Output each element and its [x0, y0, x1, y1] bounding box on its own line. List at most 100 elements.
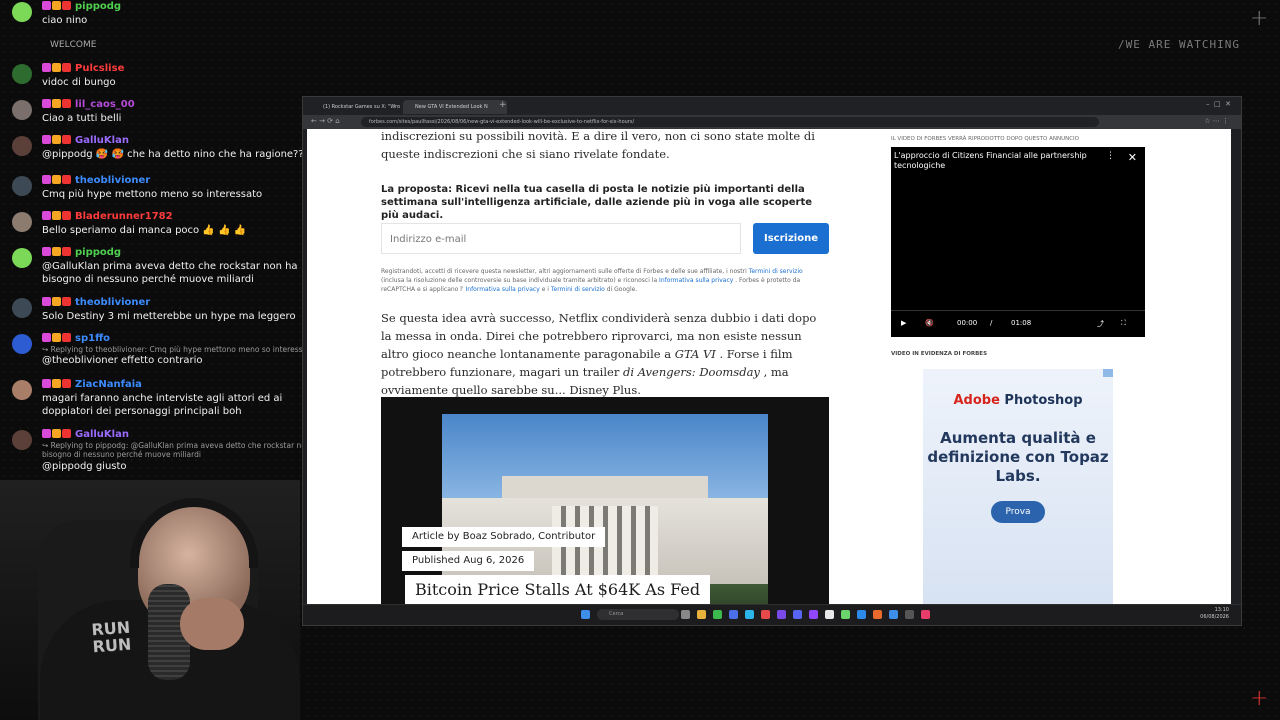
- badge-icon: [52, 379, 61, 388]
- app-icon[interactable]: [889, 610, 898, 619]
- chat-text: @GalluKlan prima aveva detto che rocksta…: [42, 261, 298, 272]
- windows-start-icon[interactable]: [581, 610, 590, 619]
- badge-icon: [52, 211, 61, 220]
- overlay-tagline: /WE ARE WATCHING: [1118, 38, 1240, 51]
- chat-text: doppiatori dei personaggi principali boh: [42, 406, 242, 417]
- nav-buttons-icon[interactable]: ← → ⟳ ⌂: [311, 117, 340, 125]
- browser-tabbar: (1) Rockstar Games su X: "Wro New GTA VI…: [303, 97, 1241, 115]
- article-paragraph: indiscrezioni su possibili novità. E a d…: [381, 129, 815, 161]
- taskview-icon[interactable]: [681, 610, 690, 619]
- app-icon[interactable]: [857, 610, 866, 619]
- email-input[interactable]: Indirizzo e-mail: [381, 223, 741, 254]
- browser-tab-active[interactable]: New GTA VI Extended Look N: [403, 100, 507, 114]
- avatar[interactable]: [12, 2, 32, 22]
- welcome-text: WELCOME: [50, 40, 97, 50]
- avatar[interactable]: [12, 100, 32, 120]
- avatar[interactable]: [12, 176, 32, 196]
- app-icon[interactable]: [873, 610, 882, 619]
- privacy-link[interactable]: Informativa sulla privacy: [659, 277, 733, 284]
- avatar[interactable]: [12, 334, 32, 354]
- twitch-icon[interactable]: [809, 610, 818, 619]
- chat-username[interactable]: lil_caos_00: [75, 99, 135, 110]
- chat-username[interactable]: Bladerunner1782: [75, 211, 173, 222]
- browser-tab[interactable]: (1) Rockstar Games su X: "Wro: [311, 100, 409, 114]
- chat-username[interactable]: ZiacNanfaia: [75, 379, 142, 390]
- terms-link[interactable]: Termini di servizio: [749, 268, 803, 275]
- ad-copy: Aumenta qualità e definizione con Topaz …: [927, 429, 1109, 485]
- close-icon[interactable]: ✕: [1128, 151, 1137, 164]
- chat-username[interactable]: Pulcslise: [75, 63, 124, 74]
- headset-icon: [130, 498, 258, 568]
- google-privacy-link[interactable]: Informativa sulla privacy: [466, 286, 540, 293]
- avatar[interactable]: [12, 64, 32, 84]
- chat-username[interactable]: theoblivioner: [75, 297, 150, 308]
- chat-text: vidoc di bungo: [42, 77, 116, 88]
- time-current: 00:00: [957, 319, 978, 327]
- app-icon[interactable]: [905, 610, 914, 619]
- reply-context: bisogno di nessuno perché muove miliardi: [42, 450, 201, 459]
- google-terms-link[interactable]: Termini di servizio: [551, 286, 605, 293]
- app-icon[interactable]: [825, 610, 834, 619]
- badge-icon: [62, 211, 71, 220]
- more-icon[interactable]: ⋮: [1106, 151, 1115, 161]
- chat-text: ciao nino: [42, 15, 88, 26]
- chat-username[interactable]: GalluKlan: [75, 135, 129, 146]
- related-headline[interactable]: Bitcoin Price Stalls At $64K As Fed: [402, 575, 711, 605]
- video-player[interactable]: L'approccio di Citizens Financial alle p…: [891, 147, 1145, 337]
- taskbar-clock[interactable]: 13:10 06/08/2026: [1200, 607, 1229, 621]
- new-tab-icon[interactable]: +: [499, 100, 507, 110]
- play-icon[interactable]: ▶: [901, 319, 906, 327]
- shirt-print: RUN RUN: [90, 617, 132, 657]
- discord-icon[interactable]: [793, 610, 802, 619]
- adchoices-icon[interactable]: [1103, 369, 1113, 377]
- chat-header: pippodg: [42, 0, 121, 13]
- app-icon[interactable]: [761, 610, 770, 619]
- avatar[interactable]: [12, 298, 32, 318]
- badge-icon: [62, 135, 71, 144]
- avatar[interactable]: [12, 248, 32, 268]
- chat-username[interactable]: pippodg: [75, 247, 121, 258]
- app-icon[interactable]: [921, 610, 930, 619]
- avatar[interactable]: [12, 430, 32, 450]
- app-icon[interactable]: [841, 610, 850, 619]
- badge-icon: [62, 99, 71, 108]
- mute-icon[interactable]: 🔇: [925, 319, 934, 327]
- ad-try-button[interactable]: Prova: [991, 501, 1045, 523]
- chat-username[interactable]: sp1ffo: [75, 333, 110, 344]
- chat-header: ZiacNanfaia: [42, 378, 142, 391]
- newsletter-title: La proposta: Ricevi nella tua casella di…: [381, 184, 813, 221]
- extensions-icon[interactable]: ☆ ⋯ ⋮: [1204, 117, 1229, 125]
- chat-text: Cmq più hype mettono meno so interessato: [42, 189, 263, 200]
- badge-icon: [62, 429, 71, 438]
- reply-context: ↪ Replying to theoblivioner: Cmq più hyp…: [42, 345, 315, 354]
- avatar[interactable]: [12, 136, 32, 156]
- window-controls-icon[interactable]: – □ ✕: [1206, 100, 1231, 108]
- chat-username[interactable]: pippodg: [75, 1, 121, 12]
- related-article-card[interactable]: Article by Boaz Sobrado, Contributor Pub…: [381, 397, 829, 605]
- explorer-icon[interactable]: [697, 610, 706, 619]
- badge-icon: [52, 99, 61, 108]
- badge-icon: [42, 333, 51, 342]
- app-icon[interactable]: [777, 610, 786, 619]
- taskbar-search[interactable]: Cerca: [597, 609, 679, 620]
- share-icon[interactable]: ⤴: [1097, 319, 1104, 329]
- avatar[interactable]: [12, 212, 32, 232]
- app-icon[interactable]: [745, 610, 754, 619]
- featured-video-label: VIDEO IN EVIDENZA DI FORBES: [891, 351, 988, 357]
- app-icon[interactable]: [729, 610, 738, 619]
- screen-share: (1) Rockstar Games su X: "Wro New GTA VI…: [302, 96, 1242, 626]
- fullscreen-icon[interactable]: ⛶: [1121, 319, 1126, 328]
- chat-panel: WELCOME pippodg ciao nino Pulcslise vidoc d…: [8, 0, 322, 480]
- avatar[interactable]: [12, 380, 32, 400]
- chat-header: GalluKlan: [42, 134, 129, 147]
- plus-icon: +: [1250, 6, 1269, 31]
- chrome-icon[interactable]: [713, 610, 722, 619]
- adobe-ad[interactable]: Adobe Photoshop Aumenta qualità e defini…: [923, 369, 1113, 605]
- chat-username[interactable]: theoblivioner: [75, 175, 150, 186]
- chat-text: @pippodg giusto: [42, 461, 127, 472]
- chat-username[interactable]: GalluKlan: [75, 429, 129, 440]
- address-bar[interactable]: forbes.com/sites/paulltassi/2026/08/06/n…: [361, 117, 1099, 127]
- chat-header: theoblivioner: [42, 296, 150, 309]
- chat-text: @pippodg 🥵 🥵 che ha detto nino che ha ra…: [42, 149, 304, 160]
- subscribe-button[interactable]: Iscrizione: [753, 223, 829, 254]
